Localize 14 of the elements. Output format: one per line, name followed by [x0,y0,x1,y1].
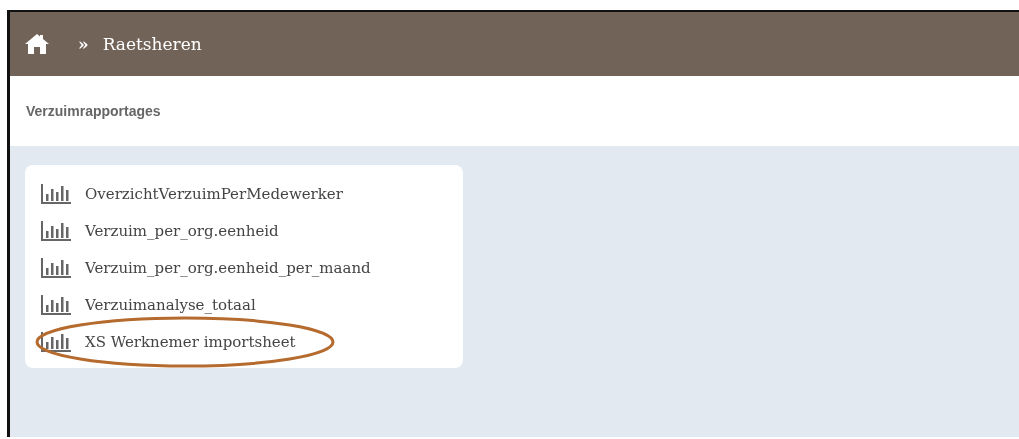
report-link[interactable]: OverzichtVerzuimPerMedewerker [85,184,343,203]
report-link[interactable]: Verzuim_per_org.eenheid [85,221,279,240]
bar-chart-icon [41,330,71,353]
report-link[interactable]: Verzuimanalyse_totaal [85,295,256,314]
report-link[interactable]: XS Werknemer importsheet [85,332,296,351]
breadcrumb-separator: » [78,34,89,54]
home-icon[interactable] [24,33,50,55]
bar-chart-icon [41,293,71,316]
bar-chart-icon [41,182,71,205]
bar-chart-icon [41,256,71,279]
section-title: Verzuimrapportages [26,103,161,119]
report-link[interactable]: Verzuim_per_org.eenheid_per_maand [85,258,371,277]
bar-chart-icon [41,219,71,242]
breadcrumb-current[interactable]: Raetsheren [102,34,202,54]
